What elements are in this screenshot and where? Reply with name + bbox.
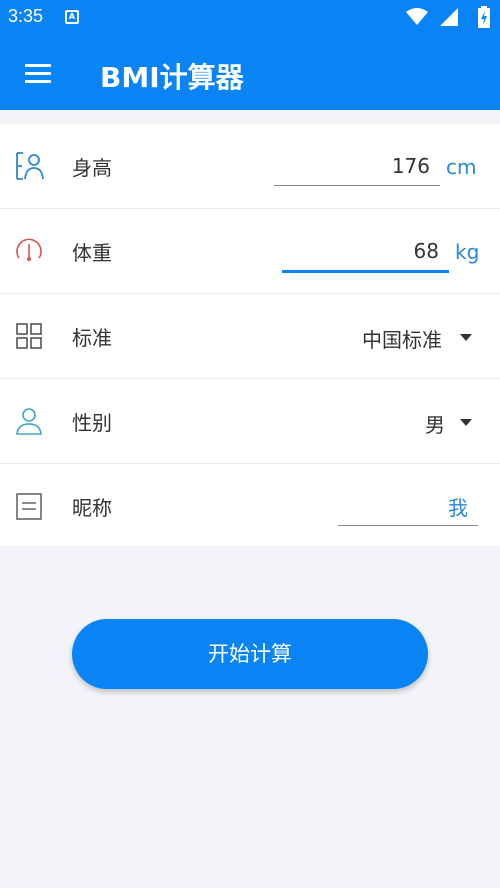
start-calculate-button[interactable]: 开始计算 [72, 619, 428, 689]
nickname-value: 我 [448, 496, 468, 520]
weight-label: 体重 [72, 241, 112, 265]
gender-row[interactable]: 性别 男 [0, 379, 500, 464]
standard-row[interactable]: 标准 中国标准 [0, 294, 500, 379]
height-row: 身高 176 cm [0, 124, 500, 209]
height-input[interactable]: 176 [274, 154, 440, 186]
weight-unit: kg [455, 240, 480, 264]
person-icon [16, 408, 42, 435]
app-title: BMI计算器 [100, 61, 244, 94]
bmi-form: 身高 176 cm 体重 68 kg 标准 中国标准 性别 男 昵称 我 [0, 124, 500, 546]
gauge-icon [16, 238, 42, 261]
battery-icon [478, 6, 490, 28]
weight-value: 68 [413, 239, 439, 263]
status-time: 3:35 [8, 6, 44, 26]
nickname-input[interactable]: 我 [338, 492, 478, 526]
gender-select[interactable]: 男 [425, 409, 445, 438]
person-height-icon [16, 152, 44, 180]
hamburger-menu-icon [25, 64, 51, 67]
app-bar: 3:35 A BMI计算器 [0, 0, 500, 110]
hamburger-menu-icon-line [25, 72, 51, 75]
nickname-row: 昵称 我 [0, 464, 500, 549]
chevron-down-icon[interactable] [460, 419, 472, 426]
wifi-icon [406, 8, 428, 25]
hamburger-menu-icon-line [25, 80, 51, 83]
standard-select[interactable]: 中国标准 [362, 324, 442, 353]
weight-row: 体重 68 kg [0, 209, 500, 294]
standard-label: 标准 [72, 326, 112, 350]
weight-underline [282, 270, 449, 273]
height-underline [274, 185, 440, 186]
nickname-label: 昵称 [72, 496, 112, 520]
height-value: 176 [391, 154, 430, 178]
notification-icon: A [65, 10, 79, 24]
status-bar: 3:35 A [0, 0, 500, 34]
gender-label: 性别 [72, 411, 112, 435]
grid-icon [16, 323, 42, 349]
height-label: 身高 [72, 156, 112, 180]
signal-icon [440, 8, 458, 26]
height-unit: cm [446, 155, 477, 179]
nickname-underline [338, 525, 478, 526]
chevron-down-icon[interactable] [460, 334, 472, 341]
note-icon [16, 493, 42, 520]
weight-input[interactable]: 68 [282, 239, 449, 273]
menu-button[interactable] [22, 58, 56, 88]
